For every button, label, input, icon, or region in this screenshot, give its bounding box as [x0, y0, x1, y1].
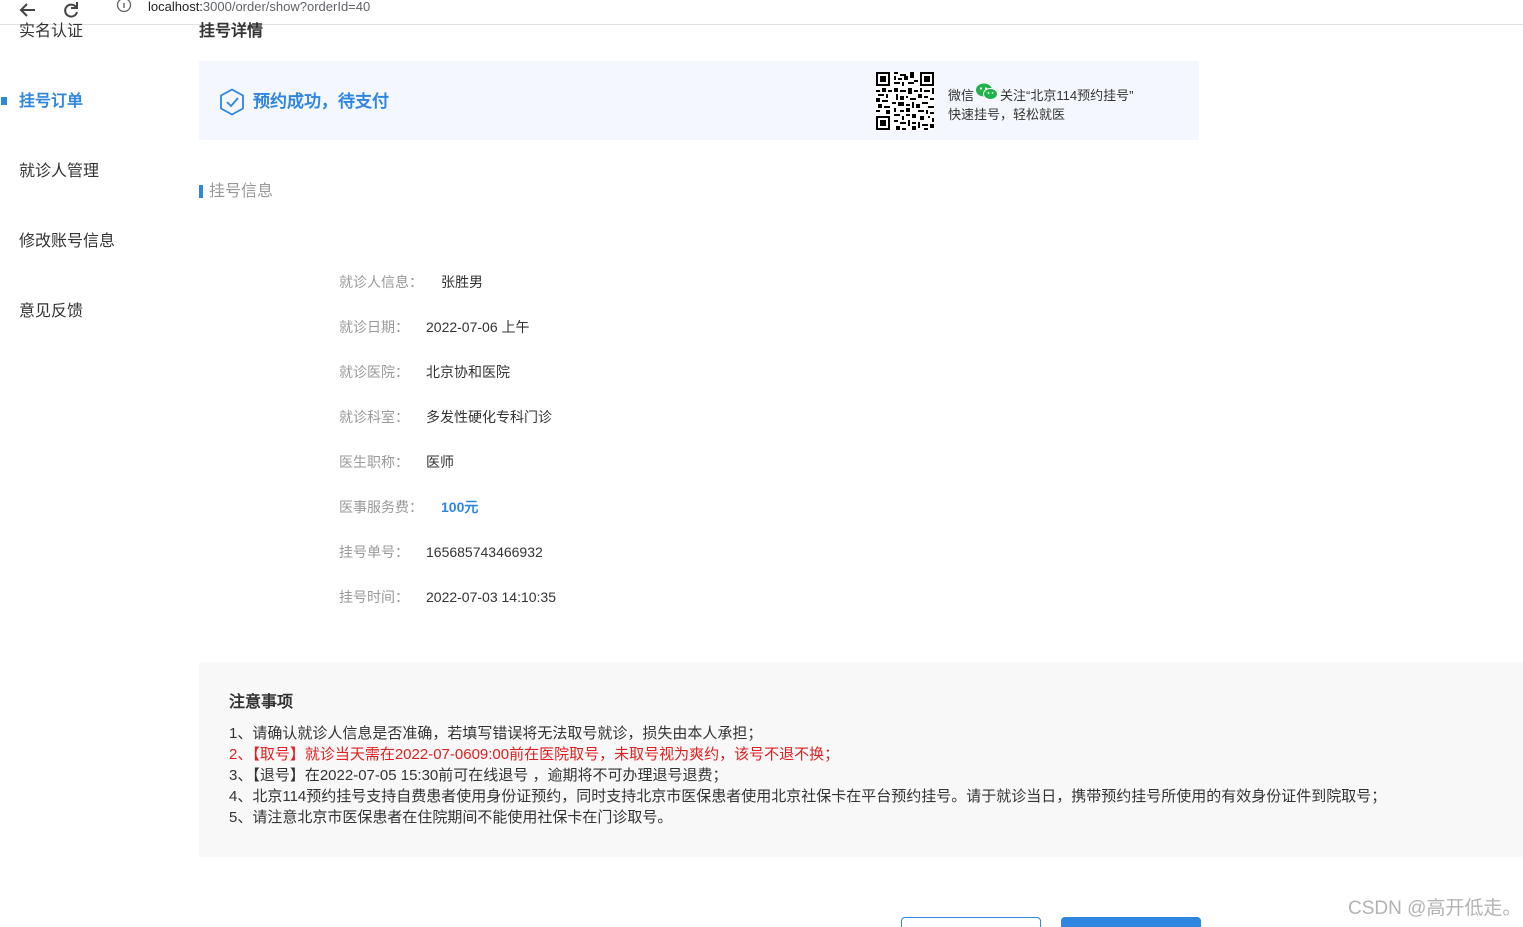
info-label: 挂号单号：	[339, 544, 409, 560]
info-value-department: 多发性硬化专科门诊	[426, 409, 552, 425]
notice-line-warning: 2、【取号】就诊当天需在2022-07-0609:00前在医院取号，未取号视为爽…	[229, 746, 840, 763]
info-label: 挂号时间：	[339, 589, 409, 605]
secondary-action-button[interactable]	[901, 917, 1041, 927]
info-label: 就诊人信息：	[339, 274, 423, 290]
wechat-icon	[976, 83, 999, 100]
sidebar-active-marker	[1, 97, 7, 105]
info-label: 医生职称：	[339, 454, 409, 470]
info-value-patient: 张胜男	[441, 274, 483, 290]
info-label: 就诊科室：	[339, 409, 409, 425]
info-value-hospital: 北京协和医院	[426, 364, 510, 380]
back-button[interactable]	[15, 0, 39, 20]
url-host: localhost:	[148, 0, 203, 14]
notice-line: 5、请注意北京市医保患者在住院期间不能使用社保卡在门诊取号。	[229, 809, 673, 826]
qr-code-icon	[876, 72, 934, 130]
notice-line: 1、请确认就诊人信息是否准确，若填写错误将无法取号就诊，损失由本人承担；	[229, 725, 763, 742]
sidebar-item-real-name-auth[interactable]: 实名认证	[19, 22, 83, 42]
reload-icon	[64, 2, 78, 18]
sidebar-item-patients[interactable]: 就诊人管理	[19, 162, 99, 182]
status-banner: 预约成功，待支付 微信 关注“北京114预约挂号” 快速挂号，轻松就医	[199, 61, 1199, 140]
notice-box: 注意事项 1、请确认就诊人信息是否准确，若填写错误将无法取号就诊，损失由本人承担…	[199, 662, 1523, 857]
wechat-follow-text: 微信 关注“北京114预约挂号”	[948, 82, 1133, 106]
primary-action-button[interactable]	[1061, 917, 1201, 927]
sidebar-item-orders[interactable]: 挂号订单	[19, 92, 83, 112]
url-path: 3000/order/show?orderId=40	[202, 0, 371, 14]
site-info-icon[interactable]	[116, 0, 132, 16]
reload-button[interactable]	[59, 0, 83, 20]
section-title: 挂号信息	[209, 183, 274, 200]
watermark: CSDN @高开低走。	[1348, 898, 1522, 919]
info-value-fee: 100元	[441, 499, 479, 515]
url-field[interactable]: localhost:3000/order/show?orderId=40	[148, 0, 370, 14]
section-accent-bar	[199, 185, 203, 198]
wechat-subtext: 快速挂号，轻松就医	[948, 107, 1066, 122]
notice-line: 4、北京114预约挂号支持自费患者使用身份证预约，同时支持北京市医保患者使用北京…	[229, 788, 1387, 805]
shield-check-icon	[220, 88, 244, 116]
page-title: 挂号详情	[199, 23, 264, 40]
info-value-order-no: 165685743466932	[426, 544, 543, 560]
sidebar-item-account[interactable]: 修改账号信息	[19, 232, 115, 252]
sidebar-item-feedback[interactable]: 意见反馈	[19, 302, 83, 322]
info-label: 就诊医院：	[339, 364, 409, 380]
info-value-doctor-title: 医师	[426, 454, 454, 470]
status-text: 预约成功，待支付	[253, 92, 389, 111]
notice-title: 注意事项	[229, 694, 294, 711]
info-value-date: 2022-07-06 上午	[426, 319, 530, 335]
wechat-follow: 关注“北京114预约挂号”	[1000, 88, 1134, 103]
info-value-order-time: 2022-07-03 14:10:35	[426, 589, 556, 605]
notice-line: 3、【退号】在2022-07-05 15:30前可在线退号 ，逾期将不可办理退号…	[229, 767, 728, 784]
info-label: 就诊日期：	[339, 319, 409, 335]
arrow-left-icon	[19, 3, 35, 17]
info-label: 医事服务费：	[339, 499, 423, 515]
wechat-prefix: 微信	[948, 88, 975, 103]
